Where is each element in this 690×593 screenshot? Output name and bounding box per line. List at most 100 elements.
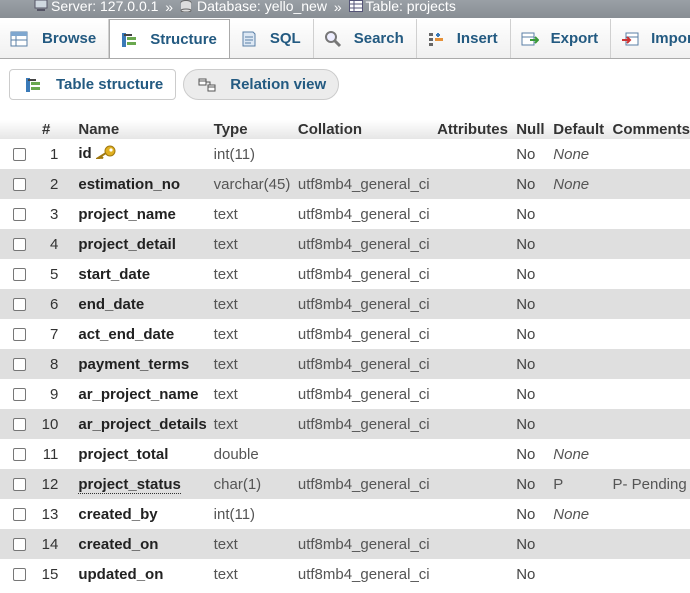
row-number: 15 xyxy=(36,559,79,589)
row-field-comment xyxy=(612,169,690,199)
table-row: 9 ar_project_name text utf8mb4_general_ci No xyxy=(0,379,690,409)
row-field-attributes xyxy=(437,169,517,199)
tab-structure[interactable]: Structure xyxy=(109,19,230,58)
row-field-collation: utf8mb4_general_ci xyxy=(297,469,438,499)
row-field-attributes xyxy=(437,229,517,259)
table-row: 8 payment_terms text utf8mb4_general_ci No xyxy=(0,349,690,379)
header-name[interactable]: Name xyxy=(78,120,214,139)
row-field-null: No xyxy=(516,469,554,499)
subtab-table-structure[interactable]: Table structure xyxy=(9,69,177,100)
row-field-name: created_by xyxy=(78,499,214,529)
row-field-null: No xyxy=(516,379,554,409)
row-field-type: text xyxy=(213,199,298,229)
row-checkbox[interactable] xyxy=(13,297,26,311)
tab-search[interactable]: Search xyxy=(314,19,417,58)
table-header-row: # Name Type Collation Attributes Null De… xyxy=(0,120,690,139)
tab-browse[interactable]: Browse xyxy=(0,19,110,58)
row-field-name: project_total xyxy=(78,439,214,469)
breadcrumb-server[interactable]: Server: 127.0.0.1 xyxy=(34,0,158,13)
row-field-comment xyxy=(612,529,690,559)
row-field-default xyxy=(553,559,613,589)
table-row: 2 estimation_no varchar(45) utf8mb4_general… xyxy=(0,169,690,199)
tab-insert[interactable]: Insert xyxy=(417,19,511,58)
table-row: 7 act_end_date text utf8mb4_general_ci No xyxy=(0,319,690,349)
row-checkbox-cell xyxy=(0,439,37,469)
tab-import[interactable]: Import xyxy=(611,19,690,58)
field-name-text: ar_project_name xyxy=(78,385,199,403)
row-checkbox[interactable] xyxy=(13,477,26,491)
field-name-text: ar_project_details xyxy=(78,415,207,433)
row-checkbox[interactable] xyxy=(13,207,26,221)
row-checkbox[interactable] xyxy=(13,537,26,551)
row-checkbox[interactable] xyxy=(13,327,26,341)
row-field-default: None xyxy=(553,439,613,469)
row-field-attributes xyxy=(437,409,517,439)
row-number: 8 xyxy=(36,349,79,379)
field-name-text: project_total xyxy=(78,445,169,463)
row-field-collation: utf8mb4_general_ci xyxy=(297,199,438,229)
row-checkbox[interactable] xyxy=(13,447,26,461)
insert-icon xyxy=(427,30,445,48)
row-checkbox[interactable] xyxy=(13,237,26,251)
row-field-name: payment_terms xyxy=(78,349,214,379)
header-null[interactable]: Null xyxy=(516,120,554,139)
row-number: 13 xyxy=(36,499,79,529)
row-field-name: project_name xyxy=(78,199,214,229)
tab-export[interactable]: Export xyxy=(511,19,612,58)
row-field-type: text xyxy=(213,289,298,319)
table-row: 5 start_date text utf8mb4_general_ci No xyxy=(0,259,690,289)
row-checkbox[interactable] xyxy=(13,357,26,371)
row-field-type: text xyxy=(213,379,298,409)
row-field-default xyxy=(553,289,613,319)
header-comments[interactable]: Comments xyxy=(612,120,690,139)
header-number[interactable]: # xyxy=(36,120,79,139)
row-checkbox[interactable] xyxy=(13,147,26,161)
header-type[interactable]: Type xyxy=(213,120,298,139)
row-field-collation: utf8mb4_general_ci xyxy=(297,229,438,259)
breadcrumb-table[interactable]: Table: projects xyxy=(348,0,456,13)
row-field-name: project_status xyxy=(78,469,214,499)
structure-table: # Name Type Collation Attributes Null De… xyxy=(0,120,690,589)
row-field-collation: utf8mb4_general_ci xyxy=(297,559,438,589)
row-checkbox[interactable] xyxy=(13,417,26,431)
header-collation[interactable]: Collation xyxy=(297,120,438,139)
row-field-null: No xyxy=(516,499,554,529)
field-name-text: project_status xyxy=(78,475,181,494)
row-field-default xyxy=(553,379,613,409)
row-checkbox-cell xyxy=(0,379,37,409)
subtab-relation-view[interactable]: Relation view xyxy=(183,69,340,100)
row-checkbox[interactable] xyxy=(13,507,26,521)
row-field-default: None xyxy=(553,139,613,169)
export-icon xyxy=(521,30,540,48)
row-field-null: No xyxy=(516,229,554,259)
table-row: 11 project_total double No None xyxy=(0,439,690,469)
row-field-collation: utf8mb4_general_ci xyxy=(297,379,438,409)
header-attributes[interactable]: Attributes xyxy=(437,120,517,139)
row-checkbox[interactable] xyxy=(13,177,26,191)
row-field-name: project_detail xyxy=(78,229,214,259)
row-checkbox[interactable] xyxy=(13,387,26,401)
row-checkbox-cell xyxy=(0,409,37,439)
row-checkbox[interactable] xyxy=(13,567,26,581)
row-field-null: No xyxy=(516,439,554,469)
row-number: 5 xyxy=(36,259,79,289)
row-field-name: estimation_no xyxy=(78,169,214,199)
row-field-default: None xyxy=(553,169,613,199)
row-field-type: double xyxy=(213,439,298,469)
breadcrumb-database[interactable]: Database: yello_new xyxy=(180,0,327,13)
row-field-type: int(11) xyxy=(213,499,298,529)
row-number: 2 xyxy=(36,169,79,199)
field-name-text: end_date xyxy=(78,295,145,313)
row-field-comment xyxy=(612,409,690,439)
row-field-null: No xyxy=(516,529,554,559)
field-name-text: created_by xyxy=(78,505,158,523)
row-checkbox[interactable] xyxy=(13,267,26,281)
primary-key-icon xyxy=(94,145,116,163)
tab-sql[interactable]: SQL xyxy=(230,19,314,58)
row-field-comment: P- Pending xyxy=(612,469,690,499)
table-row: 10 ar_project_details text utf8mb4_general_… xyxy=(0,409,690,439)
row-field-type: text xyxy=(213,259,298,289)
row-field-collation: utf8mb4_general_ci xyxy=(297,349,438,379)
row-field-name: ar_project_details xyxy=(78,409,214,439)
header-default[interactable]: Default xyxy=(553,120,613,139)
